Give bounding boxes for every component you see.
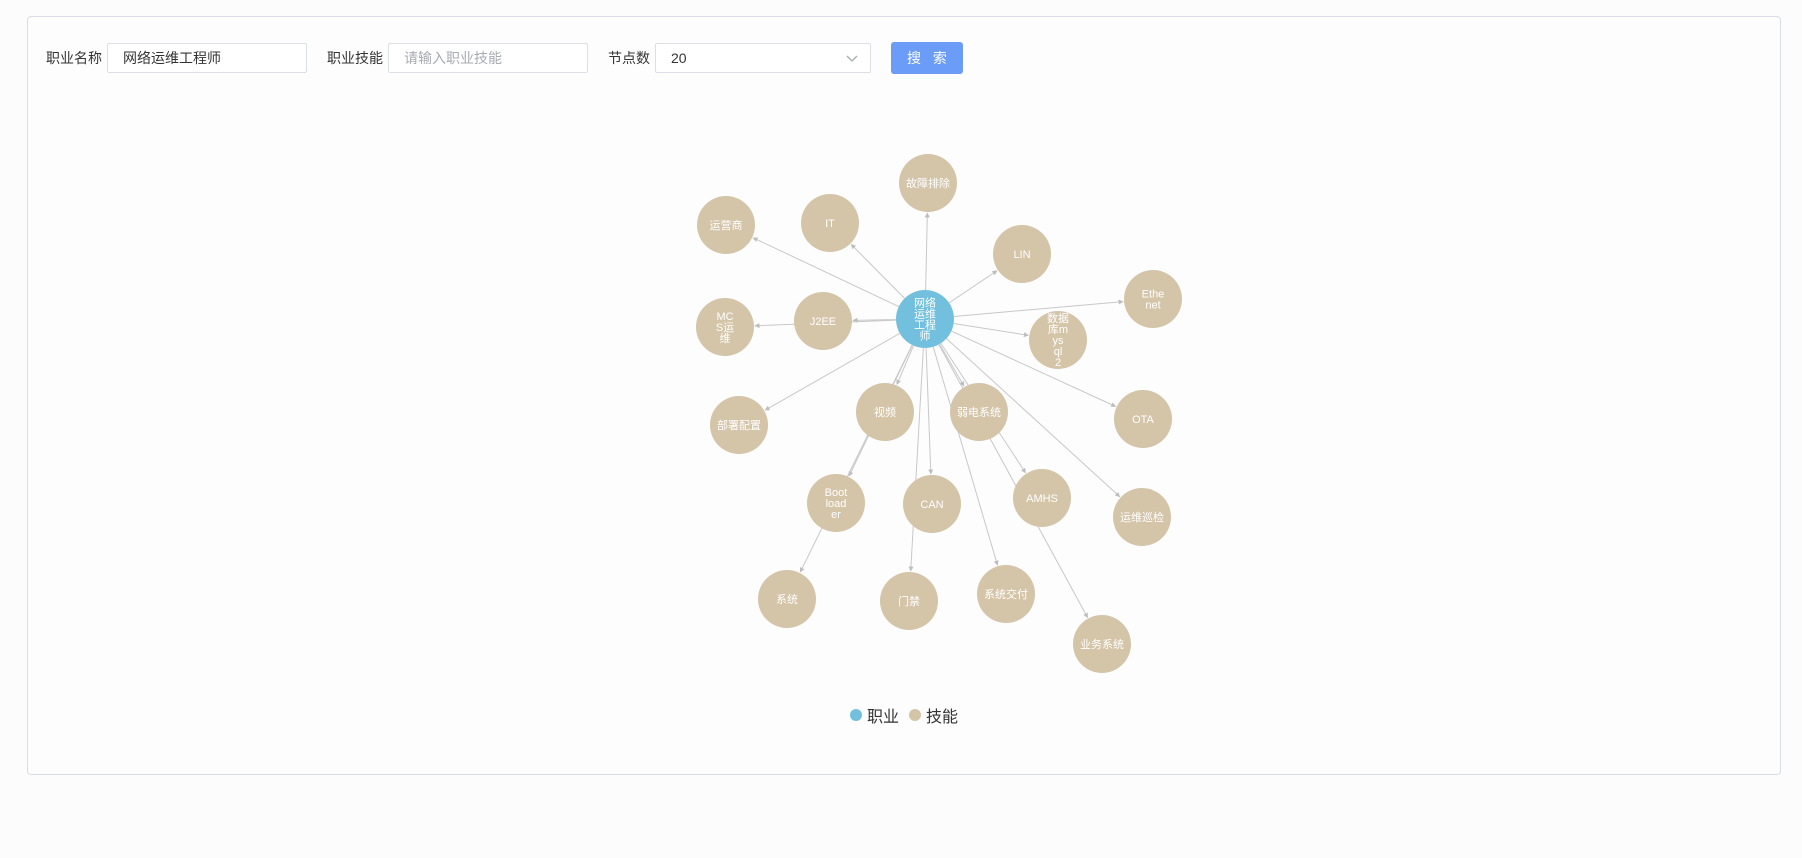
knowledge-graph[interactable]: 故障排除 IT 运营商 LIN Ethe net J2EE MC S运维 数据库m ys ql 2 部署配… [28, 17, 1780, 697]
graph-node-skill[interactable]: 数据库m ys ql 2 [1029, 311, 1087, 369]
graph-edge [924, 212, 930, 291]
graph-edge [925, 347, 934, 475]
graph-node-skill[interactable]: 运营商 [697, 196, 755, 254]
legend-item-job[interactable]: 职业 [849, 703, 899, 727]
graph-node-job[interactable]: 网络运维工程师 [896, 290, 954, 348]
graph-edge [953, 323, 1029, 338]
graph-node-skill[interactable]: MC S运维 [696, 298, 754, 356]
graph-node-label: 故障排除 [906, 176, 950, 190]
graph-edge [932, 346, 999, 566]
graph-node-label: 部署配置 [717, 418, 761, 432]
graph-node-skill[interactable]: 业务系统 [1073, 615, 1131, 673]
graph-node-label: 弱电系统 [957, 406, 1001, 419]
graph-node-label: AMHS [1026, 493, 1058, 505]
graph-node-label: IT [825, 218, 835, 230]
graph-node-skill[interactable]: AMHS [1013, 469, 1071, 527]
graph-node-skill[interactable]: Ethe net [1124, 270, 1182, 328]
graph-node-label: J2EE [810, 316, 836, 328]
graph-node-label: 运维巡检 [1120, 510, 1164, 524]
graph-node-label: LIN [1013, 249, 1030, 261]
graph-edge [896, 345, 915, 385]
graph-node-skill[interactable]: Boot load er [807, 474, 865, 532]
graph-node-label: 业务系统 [1080, 638, 1124, 651]
graph-node-skill[interactable]: 系统交付 [977, 565, 1035, 623]
graph-edge [908, 347, 924, 572]
graph-node-label: 视频 [874, 405, 896, 419]
legend-dot-job [849, 709, 862, 721]
graph-edge [948, 270, 998, 304]
graph-edge [799, 344, 913, 573]
graph-node-skill[interactable]: 运维巡检 [1113, 488, 1171, 546]
graph-node-skill[interactable]: LIN [993, 225, 1051, 283]
graph-node-skill[interactable]: OTA [1114, 390, 1172, 448]
graph-node-label: OTA [1132, 414, 1154, 426]
graph-node-skill[interactable]: 故障排除 [899, 154, 957, 212]
graph-node-label: 系统 [776, 593, 798, 606]
graph-node-label: 系统交付 [984, 587, 1028, 601]
legend-dot-skill [909, 709, 921, 721]
graph-node-skill[interactable]: 系统 [758, 570, 816, 628]
graph-node-skill[interactable]: J2EE [794, 292, 852, 350]
legend-label-job: 职业 [866, 709, 899, 726]
legend-item-skill[interactable]: 技能 [909, 703, 958, 727]
graph-panel: 职业名称 职业技能 节点数 20 搜 索 故障排除IT运营商LINEthenet… [27, 16, 1781, 775]
graph-node-skill[interactable]: 弱电系统 [950, 383, 1008, 441]
graph-node-skill[interactable]: IT [801, 194, 859, 252]
graph-node-skill[interactable]: 门禁 [880, 572, 938, 630]
graph-edge [850, 243, 905, 299]
graph-legend: 职业 技能 [28, 703, 1780, 727]
graph-node-label: 门禁 [898, 594, 920, 608]
graph-node-skill[interactable]: CAN [903, 475, 961, 533]
graph-node-skill[interactable]: 视频 [856, 383, 914, 441]
graph-node-label: 运营商 [710, 218, 743, 232]
graph-node-label: CAN [920, 499, 943, 511]
graph-edge [953, 299, 1124, 317]
legend-label-skill: 技能 [926, 709, 959, 726]
graph-node-skill[interactable]: 部署配置 [710, 396, 768, 454]
